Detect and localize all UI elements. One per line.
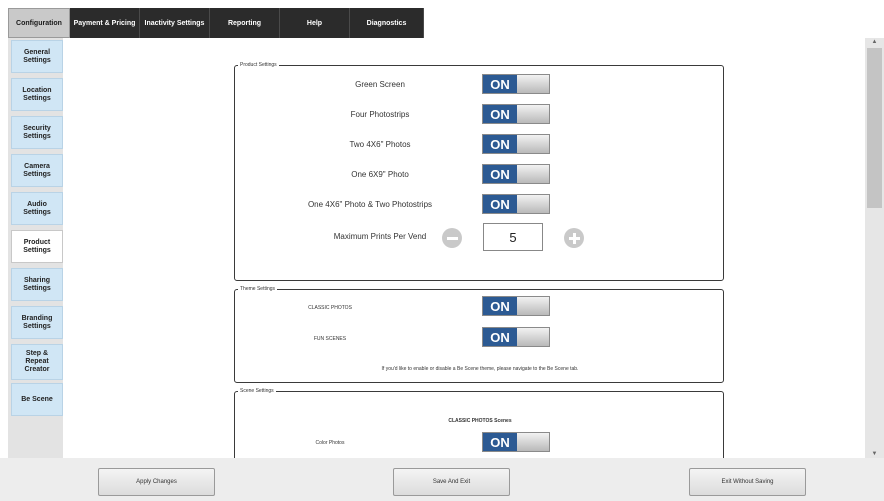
settings-sidebar: General Settings Location Settings Secur… xyxy=(8,38,63,458)
toggle-on-label: ON xyxy=(483,75,517,93)
scrollbar-thumb[interactable] xyxy=(867,48,882,208)
toggle-knob xyxy=(517,433,549,451)
tab-diagnostics[interactable]: Diagnostics xyxy=(350,8,424,38)
toggle-on-label: ON xyxy=(483,433,517,451)
sidebar-item-camera[interactable]: Camera Settings xyxy=(11,154,63,187)
sidebar-item-security[interactable]: Security Settings xyxy=(11,116,63,149)
one-4x6-two-strips-label: One 4X6" Photo & Two Photostrips xyxy=(307,200,433,209)
minus-icon xyxy=(446,236,458,240)
main-panel: Product Settings Green Screen ON Four Ph… xyxy=(63,38,865,458)
one-4x6-two-strips-toggle[interactable]: ON xyxy=(482,194,550,214)
increment-button[interactable] xyxy=(564,228,584,248)
top-tab-bar: Configuration Payment & Pricing Inactivi… xyxy=(8,8,424,38)
sidebar-item-general[interactable]: General Settings xyxy=(11,40,63,73)
two-4x6-photos-label: Two 4X6" Photos xyxy=(349,140,411,149)
sidebar-item-be-scene[interactable]: Be Scene xyxy=(11,383,63,416)
vertical-scrollbar[interactable]: ▲ ▼ xyxy=(865,38,884,458)
color-photos-label: Color Photos xyxy=(315,440,345,446)
toggle-knob xyxy=(517,105,549,123)
green-screen-label: Green Screen xyxy=(355,80,405,89)
toggle-knob xyxy=(517,135,549,153)
fun-scenes-label: FUN SCENES xyxy=(313,336,347,342)
product-settings-legend: Product Settings xyxy=(238,61,279,69)
sidebar-item-step-repeat[interactable]: Step & Repeat Creator xyxy=(11,344,63,380)
toggle-on-label: ON xyxy=(483,297,517,315)
apply-changes-button[interactable]: Apply Changes xyxy=(98,468,215,496)
toggle-knob xyxy=(517,75,549,93)
one-6x9-photo-label: One 6X9" Photo xyxy=(351,170,409,179)
tab-inactivity-settings[interactable]: Inactivity Settings xyxy=(140,8,210,38)
sidebar-item-branding[interactable]: Branding Settings xyxy=(11,306,63,339)
be-scene-note: If you'd like to enable or disable a Be … xyxy=(381,366,579,372)
toggle-knob xyxy=(517,165,549,183)
sidebar-item-audio[interactable]: Audio Settings xyxy=(11,192,63,225)
green-screen-toggle[interactable]: ON xyxy=(482,74,550,94)
scroll-up-icon[interactable]: ▲ xyxy=(870,39,879,45)
bottom-action-bar: Apply Changes Save And Exit Exit Without… xyxy=(0,458,884,501)
sidebar-item-product[interactable]: Product Settings xyxy=(11,230,63,263)
sidebar-item-sharing[interactable]: Sharing Settings xyxy=(11,268,63,301)
product-settings-group: Product Settings Green Screen ON Four Ph… xyxy=(234,61,724,281)
classic-photos-scenes-heading: CLASSIC PHOTOS Scenes xyxy=(448,418,512,424)
plus-icon xyxy=(572,232,576,244)
decrement-button[interactable] xyxy=(442,228,462,248)
scene-settings-legend: Scene Settings xyxy=(238,387,276,395)
tab-help[interactable]: Help xyxy=(280,8,350,38)
tab-configuration[interactable]: Configuration xyxy=(8,8,70,38)
tab-payment-pricing[interactable]: Payment & Pricing xyxy=(70,8,140,38)
toggle-on-label: ON xyxy=(483,195,517,213)
toggle-knob xyxy=(517,195,549,213)
exit-without-saving-button[interactable]: Exit Without Saving xyxy=(689,468,806,496)
one-6x9-photo-toggle[interactable]: ON xyxy=(482,164,550,184)
four-photostrips-label: Four Photostrips xyxy=(350,110,410,119)
two-4x6-photos-toggle[interactable]: ON xyxy=(482,134,550,154)
scene-settings-group: Scene Settings CLASSIC PHOTOS Scenes Col… xyxy=(234,387,724,458)
toggle-on-label: ON xyxy=(483,165,517,183)
classic-photos-toggle[interactable]: ON xyxy=(482,296,550,316)
fun-scenes-toggle[interactable]: ON xyxy=(482,327,550,347)
toggle-on-label: ON xyxy=(483,105,517,123)
color-photos-toggle[interactable]: ON xyxy=(482,432,550,452)
sidebar-item-location[interactable]: Location Settings xyxy=(11,78,63,111)
tab-reporting[interactable]: Reporting xyxy=(210,8,280,38)
toggle-on-label: ON xyxy=(483,328,517,346)
classic-photos-label: CLASSIC PHOTOS xyxy=(308,305,352,311)
toggle-knob xyxy=(517,328,549,346)
save-and-exit-button[interactable]: Save And Exit xyxy=(393,468,510,496)
toggle-knob xyxy=(517,297,549,315)
four-photostrips-toggle[interactable]: ON xyxy=(482,104,550,124)
theme-settings-group: Theme Settings CLASSIC PHOTOS ON FUN SCE… xyxy=(234,285,724,383)
theme-settings-legend: Theme Settings xyxy=(238,285,278,293)
scroll-down-icon[interactable]: ▼ xyxy=(870,451,879,457)
max-prints-value[interactable]: 5 xyxy=(483,223,543,251)
toggle-on-label: ON xyxy=(483,135,517,153)
